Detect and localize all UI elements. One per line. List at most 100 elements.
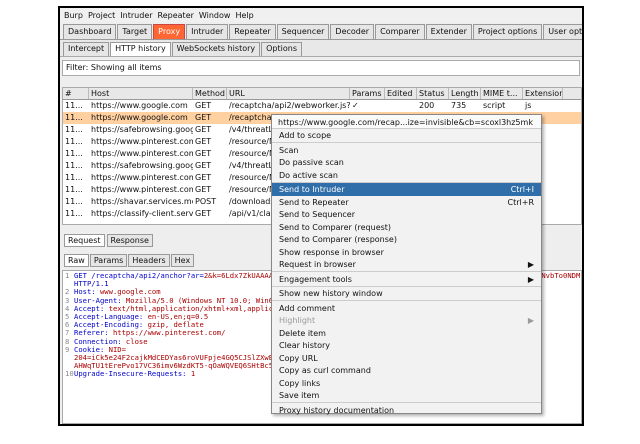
menu-item-shortcut: Ctrl+I	[510, 185, 534, 194]
menu-item-send-to-repeater[interactable]: Send to Repeater Ctrl+R	[272, 196, 541, 209]
table-cell: 11...	[65, 137, 83, 146]
table-cell: GET	[195, 149, 212, 158]
menu-item-delete-item[interactable]: Delete item	[272, 327, 541, 340]
col-length[interactable]: Length	[449, 88, 481, 99]
tab-raw[interactable]: Raw	[64, 254, 89, 267]
tab-project-options[interactable]: Project options	[472, 24, 543, 39]
tab-params[interactable]: Params	[89, 254, 128, 267]
table-row[interactable]: 11... https://www.google.com GET/recaptcha…	[63, 100, 581, 112]
menu-item-request-in-browser[interactable]: Request in browser ▶	[272, 258, 541, 271]
menu-item-label: Do active scan	[279, 170, 338, 180]
menu-item-copy-url[interactable]: Copy URL	[272, 352, 541, 365]
table-cell: ✓	[352, 101, 359, 110]
table-cell: GET	[195, 173, 212, 182]
line-value: 1	[186, 369, 196, 379]
menu-item-clear-history[interactable]: Clear history	[272, 339, 541, 352]
col-number[interactable]: #	[63, 88, 89, 99]
table-cell	[385, 100, 417, 112]
col-status[interactable]: Status	[417, 88, 449, 99]
table-cell: GET	[195, 209, 212, 218]
main-tabs: Dashboard Target Proxy Intruder Repeater…	[60, 22, 582, 40]
subtab-intercept[interactable]: Intercept	[63, 42, 110, 56]
col-edited[interactable]: Edited	[385, 88, 417, 99]
menu-item-save-item[interactable]: Save item	[272, 389, 541, 402]
menu-item-label: Send to Intruder	[279, 185, 345, 194]
tab-user-options[interactable]: User options	[543, 24, 582, 39]
menu-item-send-to-comparer-request[interactable]: Send to Comparer (request)	[272, 221, 541, 234]
tab-decoder[interactable]: Decoder	[330, 24, 375, 39]
menu-item-show-new-history-window[interactable]: Show new history window	[272, 287, 541, 300]
menu-item-send-to-comparer-response[interactable]: Send to Comparer (response)	[272, 233, 541, 246]
menu-item-label: Add to scope	[279, 131, 332, 140]
col-extension[interactable]: Extension	[523, 88, 563, 99]
submenu-arrow-icon: ▶	[527, 316, 534, 325]
tab-request[interactable]: Request	[64, 234, 105, 247]
table-cell: POST	[195, 197, 217, 206]
menu-item-do-passive-scan[interactable]: Do passive scan	[272, 156, 541, 169]
menu-item-engagement-tools[interactable]: Engagement tools ▶	[272, 273, 541, 286]
table-cell: https://safebrowsing.googl...	[91, 161, 193, 170]
tab-target[interactable]: Target	[117, 24, 153, 39]
table-cell: https://safebrowsing.googl...	[91, 125, 193, 134]
menu-item-add-comment[interactable]: Add comment	[272, 302, 541, 315]
subtab-websockets-history[interactable]: WebSockets history	[171, 42, 261, 56]
menu-item-copy-links[interactable]: Copy links	[272, 377, 541, 390]
menu-item-do-active-scan[interactable]: Do active scan	[272, 169, 541, 182]
table-cell: 11...	[65, 185, 83, 194]
menu-item-add-to-scope[interactable]: Add to scope	[272, 129, 541, 142]
tab-dashboard[interactable]: Dashboard	[63, 24, 117, 39]
table-cell: /recaptcha/api2/webworker.js?hl...	[229, 101, 350, 110]
table-cell: 200	[419, 101, 435, 110]
tab-sequencer[interactable]: Sequencer	[276, 24, 330, 39]
menu-item-label: Send to Sequencer	[279, 210, 356, 219]
tab-repeater[interactable]: Repeater	[229, 24, 276, 39]
tab-intruder[interactable]: Intruder	[186, 24, 229, 39]
menu-item-label: Save item	[279, 391, 320, 400]
menu-repeater[interactable]: Repeater	[158, 11, 194, 20]
menu-item-show-response-in-browser[interactable]: Show response in browser	[272, 246, 541, 259]
menu-item-shortcut: Ctrl+R	[507, 197, 535, 207]
tab-proxy[interactable]: Proxy	[153, 24, 186, 39]
menu-item-label: Highlight	[279, 316, 316, 325]
col-method[interactable]: Method	[193, 88, 227, 99]
col-url[interactable]: URL	[227, 88, 350, 99]
tab-extender[interactable]: Extender	[425, 24, 472, 39]
tab-comparer[interactable]: Comparer	[375, 24, 425, 39]
menu-intruder[interactable]: Intruder	[120, 11, 152, 20]
menu-item-scan[interactable]: Scan	[272, 144, 541, 157]
menu-item-label: Copy links	[279, 378, 321, 388]
tab-headers[interactable]: Headers	[128, 254, 170, 267]
menu-item-copy-as-curl-command[interactable]: Copy as curl command	[272, 364, 541, 377]
tab-response[interactable]: Response	[106, 234, 153, 247]
submenu-arrow-icon: ▶	[527, 260, 534, 269]
col-host[interactable]: Host	[89, 88, 193, 99]
table-cell: GET	[195, 113, 212, 122]
table-cell: https://www.pinterest.com	[91, 149, 193, 158]
col-params[interactable]: Params	[350, 88, 385, 99]
table-cell: 11...	[65, 173, 83, 182]
menu-item-send-to-intruder[interactable]: Send to Intruder Ctrl+I	[272, 183, 541, 196]
table-cell: https://shavar.services.mo...	[91, 197, 193, 206]
view-tabs: Raw Params Headers Hex	[64, 254, 195, 267]
menu-burp[interactable]: Burp	[64, 11, 83, 20]
menu-item-label: Clear history	[279, 341, 330, 350]
menu-item-proxy-history-documentation[interactable]: Proxy history documentation	[272, 404, 541, 417]
col-mime[interactable]: MIME t...	[481, 88, 523, 99]
menu-help[interactable]: Help	[235, 11, 253, 20]
message-tabs: Request Response	[64, 234, 155, 247]
menu-item-send-to-sequencer[interactable]: Send to Sequencer	[272, 208, 541, 221]
menu-item-label: Send to Comparer (response)	[279, 235, 397, 244]
menu-item-highlight[interactable]: Highlight ▶	[272, 314, 541, 327]
subtab-http-history[interactable]: HTTP history	[110, 42, 171, 56]
menu-project[interactable]: Project	[88, 11, 115, 20]
table-cell: GET	[195, 161, 212, 170]
subtab-options[interactable]: Options	[261, 42, 302, 56]
filter-bar[interactable]: Filter: Showing all items	[62, 60, 580, 76]
table-cell: GET	[195, 101, 212, 110]
proxy-subtabs: Intercept HTTP history WebSockets histor…	[60, 40, 582, 57]
menu-window[interactable]: Window	[199, 11, 231, 20]
table-cell: https://classify-client.servi...	[91, 209, 193, 218]
tab-hex[interactable]: Hex	[170, 254, 195, 267]
menu-item-label: Request in browser	[279, 260, 356, 269]
table-cell: 11...	[65, 149, 83, 158]
